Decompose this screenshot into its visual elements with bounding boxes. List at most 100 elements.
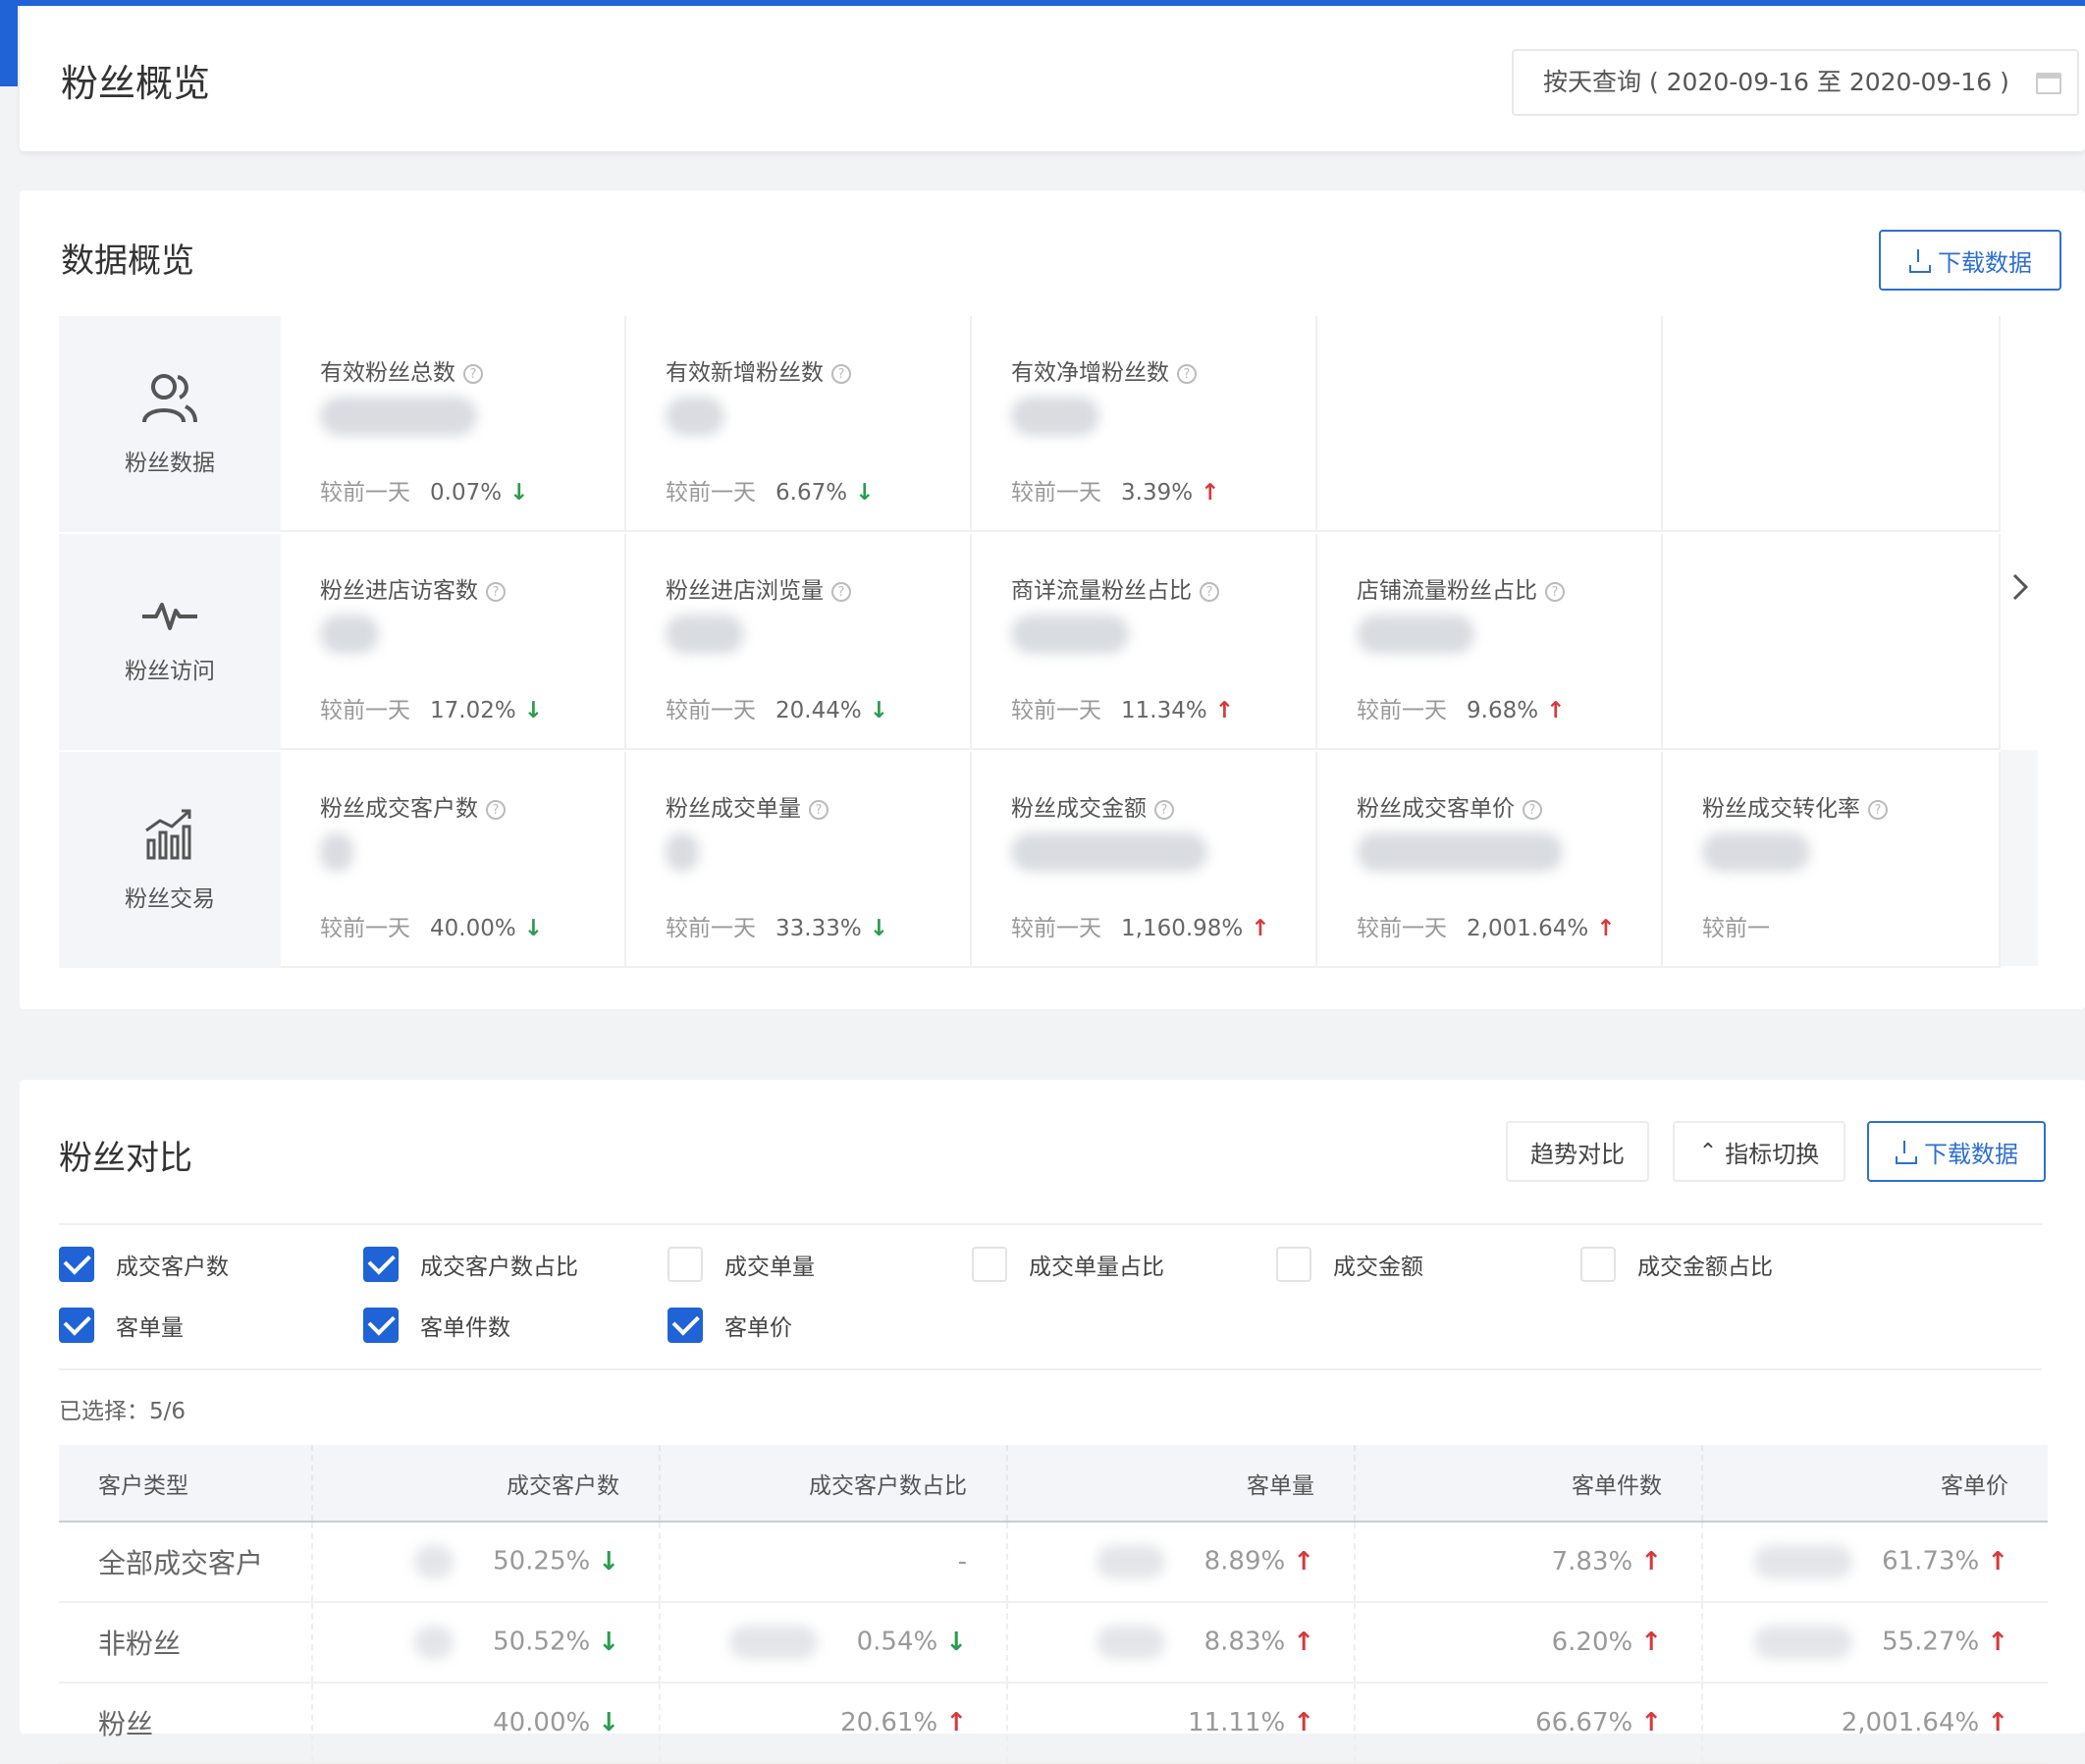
cell-value: 8.83% <box>1203 1627 1286 1657</box>
checkbox-deal-amount-ratio[interactable]: 成交金额占比 <box>1580 1247 1885 1282</box>
help-icon[interactable]: ? <box>1545 581 1565 602</box>
cell-value: 8.89% <box>1203 1546 1286 1577</box>
column-header[interactable]: 客单价 <box>1702 1445 2048 1523</box>
checkbox-deal-customers-ratio[interactable]: 成交客户数占比 <box>363 1247 668 1282</box>
help-icon[interactable]: ? <box>1868 799 1888 820</box>
table-cell: 11.11% ↑ <box>1007 1683 1356 1764</box>
arrow-up-icon: ↑ <box>1987 1546 2008 1577</box>
table-cell: 8.89% ↑ <box>1007 1522 1356 1603</box>
checkbox-label: 客单件数 <box>420 1315 510 1341</box>
table-header-row: 客户类型 成交客户数 成交客户数占比 客单量 客单件数 客单价 <box>59 1445 2048 1523</box>
divider <box>59 1223 2042 1225</box>
checkbox-label: 客单量 <box>116 1315 184 1341</box>
help-icon[interactable]: ? <box>463 363 483 384</box>
checkbox-unchecked[interactable] <box>668 1247 703 1282</box>
row-label: 粉丝访问 <box>125 659 215 684</box>
metric-title-text: 商详流量粉丝占比 <box>1011 578 1192 604</box>
column-header[interactable]: 客单量 <box>1007 1445 1356 1523</box>
help-icon[interactable]: ? <box>809 799 829 820</box>
trend-compare-button[interactable]: 趋势对比 <box>1506 1121 1649 1182</box>
compare-label: 较前一天 <box>1011 698 1101 723</box>
checkbox-deal-orders-ratio[interactable]: 成交单量占比 <box>972 1247 1276 1282</box>
metric-cell: 粉丝成交金额? 较前一天 1,160.98% ↑ <box>972 752 1317 968</box>
metric-cell: 店铺流量粉丝占比? 较前一天 9.68% ↑ <box>1317 534 1663 750</box>
checkbox-deal-customers[interactable]: 成交客户数 <box>59 1247 363 1282</box>
metric-title-text: 店铺流量粉丝占比 <box>1357 578 1537 604</box>
checkbox-items-per-customer[interactable]: 客单件数 <box>363 1308 668 1343</box>
checkbox-checked[interactable] <box>363 1308 399 1343</box>
checkbox-unchecked[interactable] <box>1276 1247 1311 1282</box>
blurred-value <box>1096 1626 1165 1659</box>
metric-title-text: 粉丝进店浏览量 <box>666 578 824 604</box>
checkbox-checked[interactable] <box>363 1247 399 1282</box>
table-cell: 50.52% ↓ <box>312 1602 661 1684</box>
metric-title-text: 粉丝成交单量 <box>666 796 801 822</box>
metric-value-blurred <box>1702 832 1810 872</box>
table-cell: 50.25% ↓ <box>312 1522 661 1603</box>
help-icon[interactable]: ? <box>1154 799 1174 820</box>
checkbox-row-1: 成交客户数 成交客户数占比 成交单量 成交单量占比 成交金额 成交金额占比 <box>59 1247 1885 1282</box>
calendar-icon <box>2036 73 2061 94</box>
pulse-icon <box>142 603 197 630</box>
arrow-down-icon: ↓ <box>869 698 888 723</box>
metric-title: 商详流量粉丝占比? <box>1011 571 1219 605</box>
metric-cell-empty <box>1317 316 1663 532</box>
metric-value-blurred <box>1357 832 1563 872</box>
compare-label: 较前一天 <box>1011 916 1101 941</box>
checkbox-deal-orders[interactable]: 成交单量 <box>668 1247 972 1282</box>
arrow-down-icon: ↓ <box>598 1627 619 1657</box>
help-icon[interactable]: ? <box>486 799 506 820</box>
date-range-picker[interactable]: 按天查询 ( 2020-09-16 至 2020-09-16 ) <box>1512 49 2079 116</box>
compare-download-button[interactable]: 下载数据 <box>1867 1121 2046 1182</box>
checkbox-checked[interactable] <box>59 1308 94 1343</box>
checkbox-checked[interactable] <box>668 1308 703 1343</box>
metric-compare: 较前一天 0.07% ↓ <box>320 473 528 507</box>
metric-title: 有效粉丝总数? <box>320 353 483 387</box>
overview-title: 数据概览 <box>61 241 194 281</box>
metric-cell: 粉丝成交转化率? 较前一 <box>1663 752 2001 968</box>
compare-value: 20.44% <box>775 698 862 723</box>
checkbox-unchecked[interactable] <box>1580 1247 1616 1282</box>
help-icon[interactable]: ? <box>1200 581 1219 602</box>
column-header[interactable]: 成交客户数占比 <box>660 1445 1008 1523</box>
divider <box>59 1368 2042 1370</box>
metric-switch-button[interactable]: ⌃ 指标切换 <box>1673 1121 1845 1182</box>
metric-compare: 较前一天 11.34% ↑ <box>1011 691 1234 724</box>
checkbox-checked[interactable] <box>59 1247 94 1282</box>
arrow-up-icon: ↑ <box>1546 698 1566 723</box>
overview-download-button[interactable]: 下载数据 <box>1879 230 2061 291</box>
compare-value: 33.33% <box>775 916 862 941</box>
metric-title-text: 粉丝成交客单价 <box>1357 796 1515 822</box>
table-cell: 6.20% ↑ <box>1355 1602 1703 1684</box>
metric-cell-empty <box>1663 316 2001 532</box>
checkbox-deal-amount[interactable]: 成交金额 <box>1276 1247 1580 1282</box>
help-icon[interactable]: ? <box>831 581 851 602</box>
metric-cell-empty <box>1663 534 2001 750</box>
blurred-value <box>414 1626 454 1659</box>
compare-title: 粉丝对比 <box>59 1139 192 1178</box>
metric-cell: 有效粉丝总数? 较前一天 0.07% ↓ <box>281 316 626 532</box>
help-icon[interactable]: ? <box>486 581 506 602</box>
column-header[interactable]: 客户类型 <box>59 1445 313 1523</box>
metric-value-blurred <box>320 397 477 436</box>
checkbox-price-per-customer[interactable]: 客单价 <box>668 1308 972 1343</box>
column-header[interactable]: 客单件数 <box>1355 1445 1703 1523</box>
checkbox-label: 成交金额占比 <box>1637 1255 1773 1280</box>
metrics-next-button[interactable] <box>2001 573 2038 966</box>
date-range-text: 按天查询 ( 2020-09-16 至 2020-09-16 ) <box>1543 68 2009 96</box>
checkbox-unchecked[interactable] <box>972 1247 1007 1282</box>
arrow-up-icon: ↑ <box>1251 916 1270 941</box>
metric-title-text: 粉丝进店访客数 <box>320 578 478 604</box>
trend-label: 趋势对比 <box>1530 1140 1625 1168</box>
help-icon[interactable]: ? <box>831 363 851 384</box>
arrow-up-icon: ↑ <box>1201 480 1220 506</box>
help-icon[interactable]: ? <box>1177 363 1197 384</box>
cell-value: 61.73% <box>1882 1546 1980 1577</box>
metric-compare: 较前一天 2,001.64% ↑ <box>1357 909 1616 942</box>
column-header[interactable]: 成交客户数 <box>312 1445 661 1523</box>
metric-cell: 粉丝成交单量? 较前一天 33.33% ↓ <box>626 752 972 968</box>
help-icon[interactable]: ? <box>1523 799 1542 820</box>
table-cell: - <box>660 1522 1008 1603</box>
metric-compare: 较前一 <box>1702 909 1770 942</box>
checkbox-orders-per-customer[interactable]: 客单量 <box>59 1308 363 1343</box>
